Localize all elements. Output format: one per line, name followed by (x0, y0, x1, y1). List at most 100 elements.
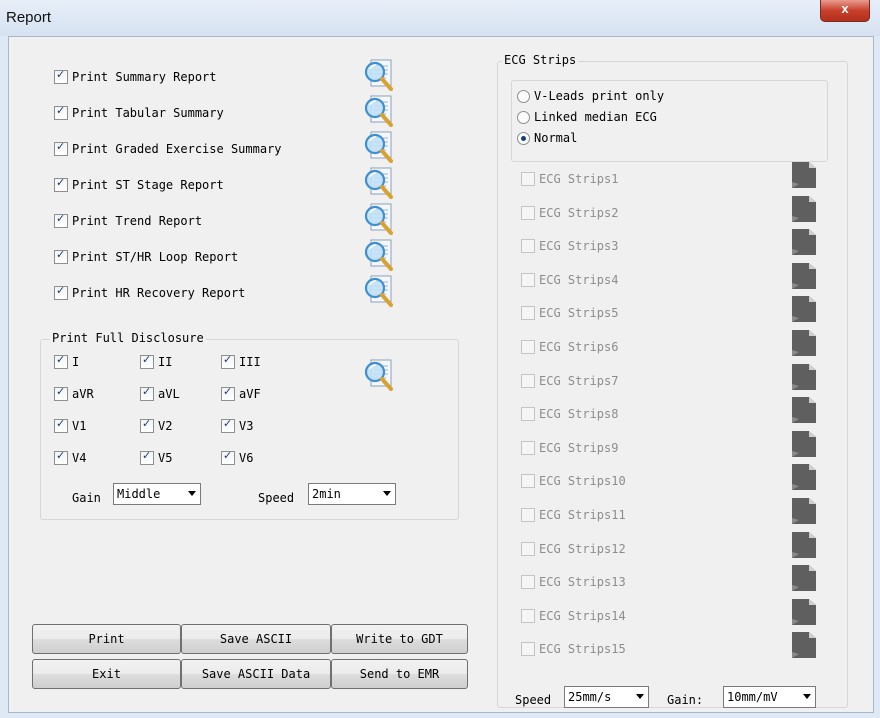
ecg-strip-checkbox[interactable]: ECG Strips5 (521, 306, 618, 321)
full-disclosure-preview-icon[interactable] (362, 358, 398, 392)
ecg-strip-checkbox-label: ECG Strips15 (539, 642, 626, 657)
checkbox-box[interactable] (221, 417, 235, 433)
lead-checkbox[interactable]: V6 (221, 449, 253, 465)
lead-checkbox[interactable]: I (54, 353, 79, 369)
checkbox-box[interactable] (521, 306, 535, 321)
checkbox-box[interactable] (521, 373, 535, 388)
print-option-checkbox[interactable]: Print ST/HR Loop Report (54, 248, 238, 264)
checkbox-box[interactable] (521, 272, 535, 287)
ecg-strip-checkbox[interactable]: ECG Strips8 (521, 407, 618, 422)
checkbox-box[interactable] (140, 385, 154, 401)
checkbox-box[interactable] (54, 417, 68, 433)
ecg-strip-checkbox[interactable]: ECG Strips3 (521, 239, 618, 254)
lead-checkbox[interactable]: aVL (140, 385, 180, 401)
preview-icon[interactable] (362, 238, 398, 272)
lead-checkbox-label: aVL (158, 387, 180, 401)
checkbox-box[interactable] (521, 407, 535, 422)
save-ascii-data-button[interactable]: Save ASCII Data (181, 659, 331, 689)
checkbox-box[interactable] (521, 508, 535, 522)
lead-checkbox[interactable]: II (140, 353, 172, 369)
checkbox-box[interactable] (140, 353, 154, 369)
print-option-checkbox[interactable]: Print HR Recovery Report (54, 284, 245, 300)
checkbox-box[interactable] (521, 608, 535, 623)
lead-checkbox[interactable]: aVR (54, 385, 94, 401)
checkbox-box[interactable] (521, 575, 535, 590)
checkbox-box[interactable] (54, 212, 68, 228)
ecg-mode-radio[interactable]: V-Leads print only (517, 89, 664, 103)
lead-checkbox[interactable]: V3 (221, 417, 253, 433)
ecg-strip-checkbox[interactable]: ECG Strips6 (521, 340, 618, 354)
checkbox-box[interactable] (521, 642, 535, 657)
ecg-strip-checkbox-label: ECG Strips4 (539, 272, 619, 287)
exit-button[interactable]: Exit (32, 659, 181, 689)
fd-gain-select[interactable]: Middle (113, 483, 201, 505)
ecg-mode-radio[interactable]: Linked median ECG (517, 110, 657, 124)
checkbox-box[interactable] (221, 385, 235, 401)
ecg-strip-icon (789, 194, 819, 224)
print-option-checkbox[interactable]: Print Summary Report (54, 68, 217, 84)
checkbox-box[interactable] (521, 541, 535, 556)
checkbox-box[interactable] (521, 474, 535, 489)
checkbox-box[interactable] (54, 104, 68, 120)
lead-checkbox[interactable]: III (221, 353, 261, 369)
preview-icon[interactable] (362, 94, 398, 128)
ecg-strip-checkbox[interactable]: ECG Strips9 (521, 440, 618, 455)
radio-circle[interactable] (517, 131, 530, 145)
checkbox-box[interactable] (54, 449, 68, 465)
lead-checkbox[interactable]: V1 (54, 417, 86, 433)
title-bar[interactable]: Report x (0, 0, 880, 36)
send-emr-button[interactable]: Send to EMR (331, 659, 468, 689)
ecg-gain-select[interactable]: 10mm/mV (723, 686, 816, 708)
lead-checkbox[interactable]: aVF (221, 385, 261, 401)
ecg-strip-checkbox[interactable]: ECG Strips7 (521, 373, 618, 388)
checkbox-box[interactable] (521, 340, 535, 354)
save-ascii-button[interactable]: Save ASCII (181, 624, 331, 654)
ecg-strip-checkbox[interactable]: ECG Strips11 (521, 508, 626, 522)
checkbox-box[interactable] (54, 68, 68, 84)
checkbox-box[interactable] (54, 140, 68, 156)
checkbox-box[interactable] (54, 284, 68, 300)
write-gdt-button[interactable]: Write to GDT (331, 624, 468, 654)
preview-icon[interactable] (362, 166, 398, 200)
preview-icon[interactable] (362, 274, 398, 308)
lead-checkbox[interactable]: V4 (54, 449, 86, 465)
checkbox-box[interactable] (54, 248, 68, 264)
ecg-strip-checkbox[interactable]: ECG Strips1 (521, 172, 618, 186)
ecg-strip-checkbox[interactable]: ECG Strips2 (521, 205, 618, 220)
preview-icon[interactable] (362, 130, 398, 164)
ecg-mode-radio[interactable]: Normal (517, 131, 577, 145)
checkbox-box[interactable] (54, 176, 68, 192)
print-option-checkbox[interactable]: Print Graded Exercise Summary (54, 140, 282, 156)
lead-checkbox-label: III (239, 355, 261, 369)
lead-checkbox[interactable]: V2 (140, 417, 172, 433)
preview-icon[interactable] (362, 58, 398, 92)
ecg-strip-checkbox[interactable]: ECG Strips15 (521, 642, 626, 657)
checkbox-box[interactable] (521, 440, 535, 455)
checkbox-box[interactable] (521, 172, 535, 186)
preview-icon[interactable] (362, 202, 398, 236)
checkbox-box[interactable] (221, 353, 235, 369)
checkbox-box[interactable] (54, 385, 68, 401)
radio-circle[interactable] (517, 89, 530, 103)
fd-speed-value: 2min (312, 487, 341, 501)
print-button[interactable]: Print (32, 624, 181, 654)
close-button[interactable]: x (820, 0, 870, 22)
ecg-strip-checkbox[interactable]: ECG Strips13 (521, 575, 626, 590)
checkbox-box[interactable] (221, 449, 235, 465)
checkbox-box[interactable] (54, 353, 68, 369)
checkbox-box[interactable] (521, 205, 535, 220)
radio-circle[interactable] (517, 110, 530, 124)
lead-checkbox[interactable]: V5 (140, 449, 172, 465)
fd-speed-select[interactable]: 2min (308, 483, 396, 505)
print-option-checkbox[interactable]: Print Tabular Summary (54, 104, 224, 120)
checkbox-box[interactable] (521, 239, 535, 254)
checkbox-box[interactable] (140, 417, 154, 433)
ecg-strip-checkbox[interactable]: ECG Strips10 (521, 474, 626, 489)
checkbox-box[interactable] (140, 449, 154, 465)
ecg-strip-checkbox[interactable]: ECG Strips4 (521, 272, 619, 287)
print-option-checkbox[interactable]: Print ST Stage Report (54, 176, 224, 192)
ecg-strip-checkbox[interactable]: ECG Strips12 (521, 541, 626, 556)
print-option-checkbox[interactable]: Print Trend Report (54, 212, 202, 228)
ecg-speed-select[interactable]: 25mm/s (564, 686, 649, 708)
ecg-strip-checkbox[interactable]: ECG Strips14 (521, 608, 626, 623)
